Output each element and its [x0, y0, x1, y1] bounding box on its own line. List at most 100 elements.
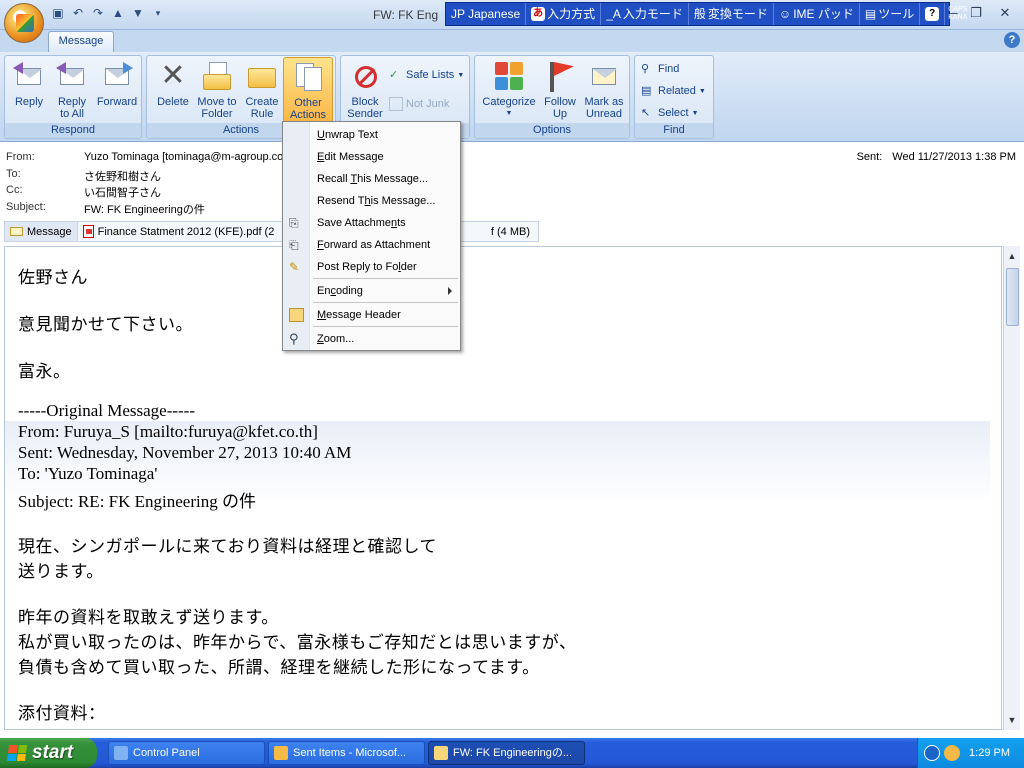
body-paragraph: 添付資料： [18, 704, 106, 724]
menu-zoom[interactable]: ⚲ Zoom... [283, 329, 460, 349]
body-paragraph: 送ります。 [18, 562, 104, 582]
help-icon[interactable]: ? [1004, 32, 1020, 48]
block-sender-button[interactable]: Block Sender [343, 60, 387, 120]
minimize-icon[interactable]: – [944, 4, 964, 22]
up-icon[interactable]: ▲ [110, 5, 126, 21]
message-headers: From: Yuzo Tominaga [tominaga@m-agroup.c… [0, 143, 1024, 219]
vertical-scrollbar[interactable]: ▲ ▼ [1003, 246, 1020, 730]
follow-up-button[interactable]: Follow Up [539, 60, 581, 120]
tray-outlook-icon[interactable] [944, 745, 960, 761]
scroll-up-icon[interactable]: ▲ [1004, 248, 1020, 264]
reply-button[interactable]: Reply [9, 60, 49, 108]
redo-icon[interactable]: ↷ [90, 5, 106, 21]
taskbar-control-panel[interactable]: Control Panel [108, 741, 265, 765]
group-label-options: Options [475, 123, 629, 138]
ime-pad[interactable]: ☺ IME パッド [774, 3, 860, 25]
window-title: FW: FK Eng [373, 8, 439, 22]
ime-input-method[interactable]: あ入力方式 [526, 3, 602, 25]
ime-tools-icon: ▤ [864, 7, 877, 21]
cursor-icon: ↖ [641, 107, 651, 119]
mark-unread-icon [588, 60, 620, 92]
attachment-file-1[interactable]: Finance Statment 2012 (KFE).pdf (2 [78, 222, 280, 241]
customize-icon[interactable]: ▾ [150, 5, 166, 21]
forward-icon [101, 60, 133, 92]
reply-all-button[interactable]: Reply to All [51, 60, 93, 120]
forward-attachment-icon: ⎗ [289, 238, 299, 252]
undo-icon[interactable]: ↶ [70, 5, 86, 21]
not-junk-button: Not Junk [389, 97, 449, 111]
chevron-down-icon: ▼ [505, 110, 513, 117]
close-icon[interactable]: ✕ [988, 4, 1022, 22]
group-options: Categorize ▼ Follow Up Mark as Unread Op… [474, 55, 630, 139]
attachment-message[interactable]: Message [5, 222, 78, 241]
related-button[interactable]: ▤ Related ▼ [641, 84, 706, 98]
message-body[interactable]: 佐野さん 意見聞かせて下さい。 富永。 -----Original Messag… [4, 246, 1002, 730]
office-logo-icon [16, 14, 34, 32]
select-button[interactable]: ↖ Select ▼ [641, 106, 699, 120]
original-from: From: Furuya_S [mailto:furuya@kfet.co.th… [18, 422, 318, 441]
menu-message-header[interactable]: Message Header [283, 305, 460, 325]
menu-separator [313, 278, 458, 279]
other-actions-button[interactable]: Other Actions [283, 57, 333, 123]
taskbar-sent-items[interactable]: Sent Items - Microsof... [268, 741, 425, 765]
ime-convert-icon: 般 [693, 7, 706, 21]
not-junk-icon [389, 97, 403, 111]
menu-resend-message[interactable]: Resend This Message... [283, 191, 460, 211]
ime-mode-icon: _A [606, 7, 621, 21]
body-signature: 富永。 [18, 362, 71, 382]
menu-edit-message[interactable]: Edit Message [283, 147, 460, 167]
save-icon[interactable]: ▣ [50, 5, 66, 21]
attachment-file-2[interactable]: f (4 MB) [486, 222, 538, 241]
pdf-icon [82, 225, 94, 238]
control-panel-icon [114, 746, 128, 760]
ime-input-mode[interactable]: _A 入力モード [601, 3, 689, 25]
find-button[interactable]: ⚲ Find [641, 62, 679, 76]
ime-convert-mode[interactable]: 般変換モード [689, 3, 774, 25]
scroll-down-icon[interactable]: ▼ [1004, 712, 1020, 728]
zoom-icon: ⚲ [289, 331, 299, 346]
maximize-icon[interactable]: ❐ [966, 4, 986, 22]
office-button[interactable] [4, 3, 44, 43]
message-header-icon [289, 308, 304, 322]
menu-unwrap-text[interactable]: Unwrap Text [283, 125, 460, 145]
move-to-folder-button[interactable]: Move to Folder [193, 60, 241, 120]
mark-unread-button[interactable]: Mark as Unread [579, 60, 629, 120]
delete-button[interactable]: ✕ Delete [151, 60, 195, 109]
menu-forward-as-attachment[interactable]: ⎗ Forward as Attachment [283, 235, 460, 255]
tray-expand-icon[interactable] [924, 745, 940, 761]
ime-pad-icon: ☺ [778, 7, 792, 21]
system-tray: 1:29 PM [917, 738, 1024, 768]
save-attachments-icon: ⎘ [289, 216, 299, 230]
ime-tools[interactable]: ▤ ツール [860, 3, 921, 25]
taskbar-fw-message[interactable]: FW: FK Engineeringの... [428, 741, 585, 765]
tab-message[interactable]: Message [48, 31, 114, 52]
menu-save-attachments[interactable]: ⎘ Save Attachments [283, 213, 460, 233]
ime-language[interactable]: JP Japanese [446, 3, 527, 25]
scroll-thumb[interactable] [1006, 268, 1019, 326]
chevron-down-icon: ▼ [691, 109, 699, 117]
ribbon: Reply Reply to All Forward Respond ✕ Del… [0, 52, 1024, 142]
reply-all-icon [56, 60, 88, 92]
forward-button[interactable]: Forward [93, 60, 141, 108]
taskbar: start Control Panel Sent Items - Microso… [0, 738, 1024, 768]
body-greeting: 佐野さん [18, 268, 88, 288]
categorize-button[interactable]: Categorize ▼ [477, 60, 541, 120]
body-line: 意見聞かせて下さい。 [18, 315, 193, 335]
safe-lists-icon: ✓ [389, 69, 399, 81]
menu-recall-message[interactable]: Recall This Message... [283, 169, 460, 189]
down-icon[interactable]: ▼ [130, 5, 146, 21]
start-button[interactable]: start [0, 738, 97, 768]
ribbon-tabs: Message ? [0, 30, 1024, 52]
outlook-icon [274, 746, 288, 760]
menu-separator [313, 326, 458, 327]
reply-icon [13, 60, 45, 92]
ime-method-icon: あ [531, 7, 546, 21]
ime-help[interactable]: ? [920, 3, 946, 25]
menu-post-reply-to-folder[interactable]: ✎ Post Reply to Folder [283, 257, 460, 277]
create-rule-button[interactable]: Create Rule [241, 60, 283, 120]
ime-language-bar: JP Japanese あ入力方式 _A 入力モード 般変換モード ☺ IME パッ… [445, 2, 967, 26]
binoculars-icon: ⚲ [641, 63, 650, 75]
menu-separator [313, 302, 458, 303]
safe-lists-button[interactable]: ✓ Safe Lists ▼ [389, 68, 464, 82]
menu-encoding[interactable]: Encoding [283, 281, 460, 301]
